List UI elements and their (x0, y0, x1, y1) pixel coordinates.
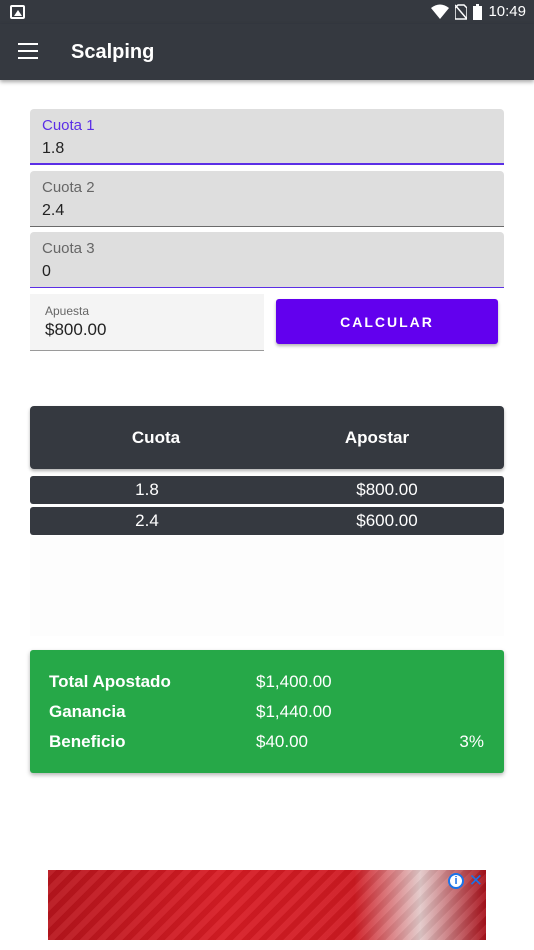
no-sim-icon (455, 3, 468, 20)
image-icon (10, 5, 25, 19)
cuota-3-value: 0 (42, 263, 51, 280)
row-apostar: $600.00 (356, 511, 418, 530)
row-cuota: 1.8 (135, 480, 159, 499)
summary-card: Total Apostado $1,400.00 Ganancia $1,440… (30, 650, 504, 773)
cuota-3-field[interactable]: Cuota 3 0 (30, 232, 504, 288)
battery-icon (473, 3, 483, 20)
beneficio-percent: 3% (459, 732, 484, 751)
table-header: Cuota Apostar (30, 406, 504, 469)
ganancia-value: $1,440.00 (256, 702, 332, 721)
apuesta-label: Apuesta (45, 304, 90, 318)
cuota-2-value: 2.4 (42, 202, 65, 219)
status-time: 10:49 (488, 3, 526, 20)
cuota-2-label: Cuota 2 (42, 179, 95, 196)
cuota-1-field[interactable]: Cuota 1 1.8 (30, 109, 504, 165)
beneficio-value: $40.00 (256, 732, 308, 751)
table-empty-area (30, 536, 504, 636)
table-body: 1.8 $800.00 2.4 $600.00 (30, 476, 504, 538)
cuota-1-label: Cuota 1 (42, 117, 95, 134)
row-apostar: $800.00 (356, 480, 418, 499)
cuota-3-label: Cuota 3 (42, 240, 95, 257)
cuota-1-value: 1.8 (42, 140, 65, 157)
ad-info-icon[interactable]: i (448, 873, 464, 889)
status-bar: 10:49 (0, 0, 534, 24)
beneficio-row: Beneficio $40.00 3% (30, 732, 504, 756)
ad-banner[interactable]: i ✕ (48, 870, 486, 940)
beneficio-label: Beneficio (49, 732, 126, 751)
total-value: $1,400.00 (256, 672, 332, 691)
table-row: 2.4 $600.00 (30, 507, 504, 535)
apuesta-field[interactable]: Apuesta $800.00 (30, 294, 264, 351)
cuota-2-field[interactable]: Cuota 2 2.4 (30, 171, 504, 227)
menu-icon[interactable] (18, 43, 38, 59)
app-bar: Scalping (0, 24, 534, 80)
ganancia-label: Ganancia (49, 702, 126, 721)
app-title: Scalping (71, 41, 155, 63)
total-label: Total Apostado (49, 672, 171, 691)
header-cuota: Cuota (131, 428, 181, 447)
calcular-button[interactable]: CALCULAR (276, 299, 498, 344)
apuesta-value: $800.00 (45, 320, 107, 339)
ganancia-row: Ganancia $1,440.00 (30, 702, 504, 726)
table-row: 1.8 $800.00 (30, 476, 504, 504)
total-apostado-row: Total Apostado $1,400.00 (30, 672, 504, 696)
header-apostar: Apostar (344, 428, 410, 447)
row-cuota: 2.4 (135, 511, 159, 530)
ad-close-icon[interactable]: ✕ (469, 871, 483, 891)
wifi-icon (431, 4, 450, 19)
